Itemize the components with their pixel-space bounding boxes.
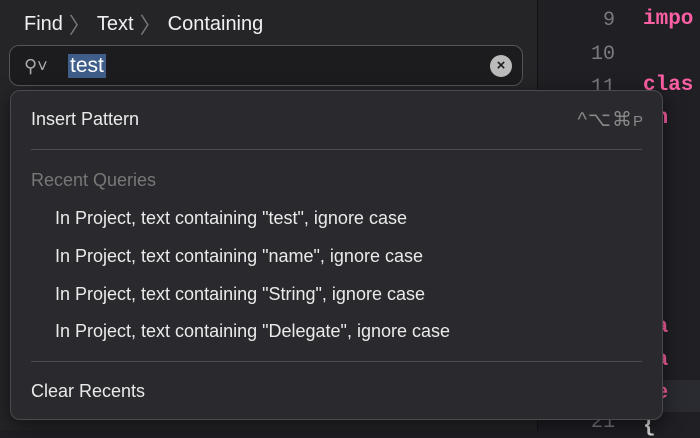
code-line-9: impo [643, 8, 694, 31]
clear-icon[interactable]: × [490, 55, 512, 77]
breadcrumb: Find 〉 Text 〉 Containing [24, 8, 263, 40]
chevron-right-icon: 〉 [139, 13, 162, 38]
search-input[interactable]: test [68, 54, 106, 78]
recent-query-item[interactable]: In Project, text containing "test", igno… [55, 208, 407, 229]
breadcrumb-text[interactable]: Text [97, 13, 134, 36]
shortcut-key: P [632, 113, 644, 130]
search-options-icon[interactable]: ⚲˅ [24, 56, 48, 77]
menu-item-insert-pattern[interactable]: Insert Pattern [31, 109, 139, 130]
chevron-right-icon: 〉 [68, 13, 91, 38]
breadcrumb-find[interactable]: Find [24, 13, 63, 36]
breadcrumb-containing[interactable]: Containing [168, 13, 264, 36]
line-number: 10 [590, 42, 615, 66]
shortcut-modifiers: ^⌥⌘ [577, 109, 633, 131]
divider [31, 149, 642, 150]
recent-query-item[interactable]: In Project, text containing "name", igno… [55, 246, 423, 267]
line-number: 9 [602, 9, 615, 32]
recent-query-item[interactable]: In Project, text containing "Delegate", … [55, 321, 450, 342]
search-history-menu: Insert Pattern ^⌥⌘P Recent Queries In Pr… [10, 90, 663, 420]
shortcut-label: ^⌥⌘P [578, 107, 644, 132]
divider [31, 361, 642, 362]
recent-query-item[interactable]: In Project, text containing "String", ig… [55, 284, 425, 305]
search-field[interactable]: ⚲˅ test × [9, 45, 523, 86]
menu-item-clear-recents[interactable]: Clear Recents [31, 381, 145, 402]
recent-queries-header: Recent Queries [31, 170, 157, 190]
